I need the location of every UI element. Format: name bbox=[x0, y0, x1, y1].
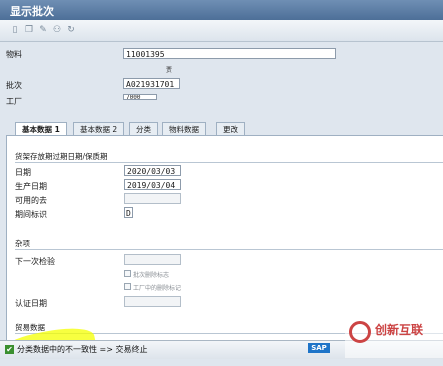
status-message[interactable]: 分类数据中的不一致性 => 交易终止 bbox=[17, 344, 148, 355]
material-field[interactable]: 11001395 bbox=[123, 48, 336, 59]
batch-field[interactable]: A021931701 bbox=[123, 78, 180, 89]
material-description: 贾 bbox=[166, 67, 173, 74]
production-date-field[interactable]: 2019/03/04 bbox=[124, 179, 181, 190]
tab-classification[interactable]: 分类 bbox=[129, 122, 158, 136]
misc-group-title: 杂项 bbox=[15, 239, 30, 248]
sap-logo: SAP bbox=[308, 343, 330, 353]
tab-changes[interactable]: 更改 bbox=[216, 122, 245, 136]
cert-date-field[interactable] bbox=[124, 296, 181, 307]
tab-basic-data-2[interactable]: 基本数据 2 bbox=[73, 122, 125, 136]
application-toolbar: ▯ ❐ ✎ ⚇ ↻ bbox=[0, 20, 443, 42]
period-indicator-field[interactable]: D bbox=[124, 207, 133, 218]
watermark: 创新互联 bbox=[345, 317, 443, 358]
shelf-life-divider bbox=[15, 162, 443, 163]
batch-delete-checkbox[interactable] bbox=[124, 270, 131, 277]
available-label: 可用的去 bbox=[15, 196, 47, 205]
tab-material-data[interactable]: 物料数据 bbox=[162, 122, 206, 136]
date-label: 日期 bbox=[15, 168, 31, 177]
plant-delete-label: 工厂中的删除标记 bbox=[133, 285, 182, 292]
available-field[interactable] bbox=[124, 193, 181, 204]
success-check-icon: ✔ bbox=[5, 345, 14, 354]
reload-icon[interactable]: ↻ bbox=[66, 25, 76, 35]
pencil-icon[interactable]: ✎ bbox=[38, 25, 48, 35]
date-field[interactable]: 2020/03/03 bbox=[124, 165, 181, 176]
period-indicator-label: 期间标识 bbox=[15, 210, 47, 219]
production-date-label: 生产日期 bbox=[15, 182, 47, 191]
document-icon[interactable]: ▯ bbox=[10, 25, 20, 35]
material-label: 物料 bbox=[6, 50, 22, 59]
next-check-field[interactable] bbox=[124, 254, 181, 265]
batch-delete-label: 批次删除标志 bbox=[133, 272, 170, 279]
glasses-icon[interactable]: ⚇ bbox=[52, 25, 62, 35]
plant-label: 工厂 bbox=[6, 97, 22, 106]
shelf-life-group-title: 货架存放期过期日期/保质期 bbox=[15, 152, 108, 161]
misc-divider bbox=[15, 249, 443, 250]
window-title: 显示批次 bbox=[10, 5, 54, 18]
next-check-label: 下一次检验 bbox=[15, 257, 55, 266]
watermark-text: 创新互联 bbox=[375, 323, 424, 337]
window-title-bar: 显示批次 bbox=[0, 0, 443, 20]
copy-icon[interactable]: ❐ bbox=[24, 25, 34, 35]
tab-basic-data-1[interactable]: 基本数据 1 bbox=[15, 122, 67, 136]
plant-field[interactable]: 7000 bbox=[123, 94, 157, 100]
batch-label: 批次 bbox=[6, 81, 22, 90]
cert-date-label: 认证日期 bbox=[15, 299, 47, 308]
watermark-logo-icon bbox=[349, 321, 371, 343]
plant-delete-checkbox[interactable] bbox=[124, 283, 131, 290]
